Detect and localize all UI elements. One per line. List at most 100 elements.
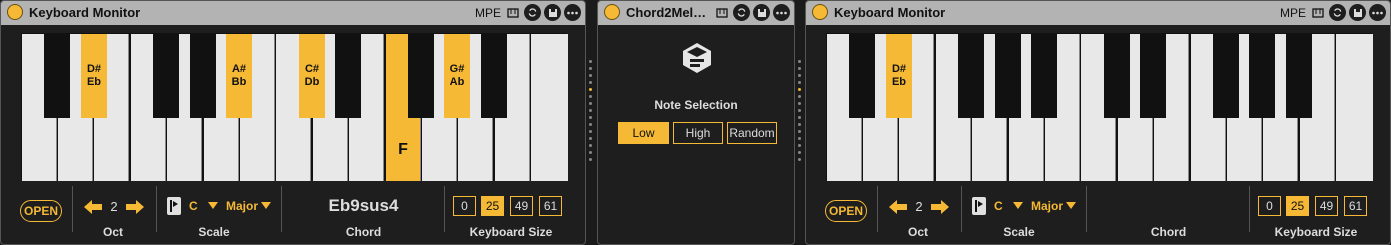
- white-key[interactable]: [531, 34, 568, 181]
- device-title: Keyboard Monitor: [29, 5, 141, 20]
- chord2mel-device: Chord2Mel… Note Selection Low High Rando…: [597, 0, 795, 245]
- black-key-active[interactable]: A# Bb: [226, 34, 252, 118]
- keyboard-size-25[interactable]: 25: [1286, 196, 1309, 216]
- black-key[interactable]: [849, 34, 875, 118]
- device-titlebar: Chord2Mel…: [598, 1, 794, 25]
- key-note-label: Db: [304, 76, 320, 88]
- device-titlebar: Keyboard Monitor MPE: [1, 1, 585, 25]
- chevron-down-icon[interactable]: [261, 202, 271, 209]
- keyboard-monitor-device-left: Keyboard Monitor MPE F D# Eb A# Bb C# Db…: [0, 0, 586, 245]
- piano-keyboard: D# Eb: [826, 33, 1373, 181]
- black-key-active[interactable]: D# Eb: [886, 34, 912, 118]
- keyboard-size-label: Keyboard Size: [1274, 225, 1358, 239]
- black-key[interactable]: [1286, 34, 1312, 118]
- key-note-label: F: [398, 141, 408, 158]
- save-icon[interactable]: [1349, 4, 1366, 21]
- divider: [444, 186, 445, 232]
- keyboard-size-49[interactable]: 49: [510, 196, 533, 216]
- key-note-label: D#: [891, 63, 907, 75]
- divider: [281, 186, 282, 232]
- black-key[interactable]: [335, 34, 361, 118]
- black-key[interactable]: [1213, 34, 1239, 118]
- note-selection-low[interactable]: Low: [618, 122, 669, 144]
- chevron-down-icon[interactable]: [208, 202, 218, 209]
- white-key[interactable]: [1336, 34, 1373, 181]
- key-note-label: Ab: [449, 76, 465, 88]
- black-key[interactable]: [995, 34, 1021, 118]
- key-note-label: D#: [86, 63, 102, 75]
- keyboard-monitor-device-right: Keyboard Monitor MPE D# Eb OPEN 2 Oct C …: [805, 0, 1391, 245]
- chevron-down-icon[interactable]: [1013, 202, 1023, 209]
- chevron-down-icon[interactable]: [1066, 202, 1076, 209]
- note-selection-label: Note Selection: [654, 98, 738, 112]
- octave-up-arrow-icon[interactable]: [125, 199, 145, 215]
- open-button[interactable]: OPEN: [20, 200, 62, 222]
- device-power-toggle[interactable]: [812, 4, 828, 20]
- hotswap-icon[interactable]: [733, 4, 750, 21]
- octave-down-arrow-icon[interactable]: [888, 199, 908, 215]
- save-icon[interactable]: [753, 4, 770, 21]
- key-note-label: A#: [231, 63, 247, 75]
- divider: [72, 186, 73, 232]
- black-key-active[interactable]: C# Db: [299, 34, 325, 118]
- key-note-label: Eb: [891, 76, 907, 88]
- keyboard-icon[interactable]: [1310, 5, 1326, 21]
- scale-label: Scale: [1003, 225, 1035, 239]
- note-selection-random[interactable]: Random: [727, 122, 777, 144]
- hotswap-icon[interactable]: [1329, 4, 1346, 21]
- black-key[interactable]: [481, 34, 507, 118]
- black-key[interactable]: [1249, 34, 1275, 118]
- chord-label: Chord: [345, 225, 382, 239]
- more-icon[interactable]: [564, 4, 581, 21]
- device-logo-icon: [683, 43, 711, 73]
- piano-keyboard: F D# Eb A# Bb C# Db G# Ab: [21, 33, 568, 181]
- divider: [156, 186, 157, 232]
- device-power-toggle[interactable]: [7, 4, 23, 20]
- black-key[interactable]: [44, 34, 70, 118]
- scale-root-dropdown[interactable]: C: [189, 199, 198, 213]
- keyboard-size-0[interactable]: 0: [1258, 196, 1281, 216]
- scale-mode-dropdown[interactable]: Major: [1031, 199, 1063, 213]
- black-key[interactable]: [1140, 34, 1166, 118]
- octave-label: Oct: [102, 225, 123, 239]
- more-icon[interactable]: [773, 4, 790, 21]
- scale-clef-icon: [972, 197, 986, 215]
- black-key-active[interactable]: G# Ab: [444, 34, 470, 118]
- octave-up-arrow-icon[interactable]: [930, 199, 950, 215]
- mpe-toggle[interactable]: MPE: [475, 6, 501, 20]
- black-key[interactable]: [153, 34, 179, 118]
- black-key-active[interactable]: D# Eb: [81, 34, 107, 118]
- scale-mode-dropdown[interactable]: Major: [226, 199, 258, 213]
- device-resize-grip[interactable]: [798, 60, 802, 180]
- divider: [961, 186, 962, 232]
- keyboard-size-49[interactable]: 49: [1315, 196, 1338, 216]
- scale-clef-icon: [167, 197, 181, 215]
- note-selection-high[interactable]: High: [673, 122, 723, 144]
- black-key[interactable]: [1031, 34, 1057, 118]
- save-icon[interactable]: [544, 4, 561, 21]
- black-key[interactable]: [958, 34, 984, 118]
- octave-label: Oct: [907, 225, 928, 239]
- divider: [1249, 186, 1250, 232]
- scale-root-dropdown[interactable]: C: [994, 199, 1003, 213]
- black-key[interactable]: [190, 34, 216, 118]
- octave-down-arrow-icon[interactable]: [83, 199, 103, 215]
- keyboard-size-25[interactable]: 25: [481, 196, 504, 216]
- keyboard-size-61[interactable]: 61: [1344, 196, 1367, 216]
- open-button[interactable]: OPEN: [825, 200, 867, 222]
- octave-value: 2: [915, 199, 923, 214]
- black-key[interactable]: [408, 34, 434, 118]
- keyboard-size-0[interactable]: 0: [453, 196, 476, 216]
- more-icon[interactable]: [1369, 4, 1386, 21]
- keyboard-icon[interactable]: [714, 5, 730, 21]
- keyboard-size-61[interactable]: 61: [539, 196, 562, 216]
- keyboard-icon[interactable]: [505, 5, 521, 21]
- key-note-label: Bb: [231, 76, 247, 88]
- hotswap-icon[interactable]: [524, 4, 541, 21]
- key-note-label: Eb: [86, 76, 102, 88]
- mpe-toggle[interactable]: MPE: [1280, 6, 1306, 20]
- device-resize-grip[interactable]: [589, 60, 593, 180]
- chord-display: Eb9sus4: [328, 196, 399, 215]
- device-power-toggle[interactable]: [604, 4, 620, 20]
- black-key[interactable]: [1104, 34, 1130, 118]
